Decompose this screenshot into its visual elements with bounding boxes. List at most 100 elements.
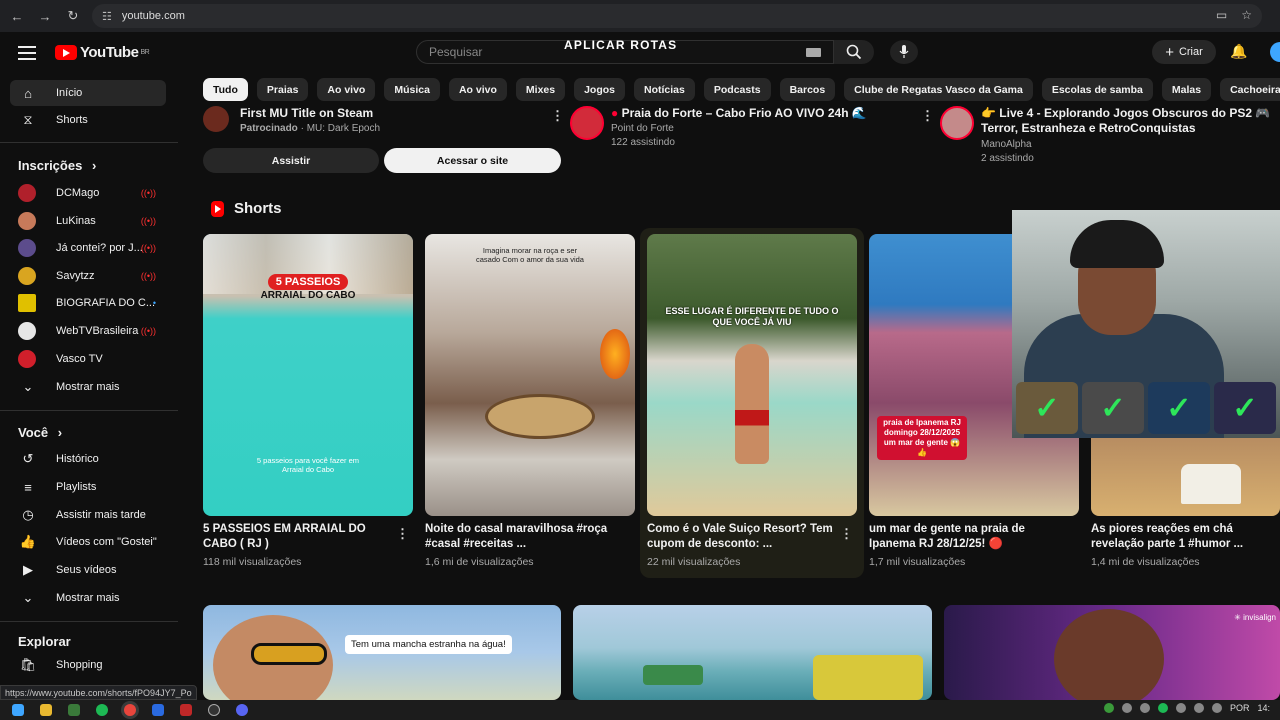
channel-name[interactable]: Point do Forte [611, 123, 867, 134]
file-explorer-icon[interactable] [40, 704, 52, 716]
short-title[interactable]: As piores reações em chá revelação parte… [1091, 522, 1280, 552]
sidebar-item-home[interactable]: ⌂ Início [10, 80, 166, 106]
chrome-icon[interactable] [124, 704, 136, 716]
chip[interactable]: Ao vivo [448, 78, 507, 101]
sidebar-item-subscription[interactable]: BIOGRAFIA DO C... • [10, 290, 166, 316]
short-title[interactable]: 5 PASSEIOS EM ARRAIAL DO CABO ( RJ ) [203, 522, 393, 552]
sidebar-item-subscription[interactable]: Vasco TV [10, 346, 166, 372]
sidebar-item-subscription[interactable]: DCMago ((•)) [10, 180, 166, 206]
short-views: 118 mil visualizações [203, 556, 302, 568]
video-thumbnail[interactable]: ✳ invisalign [944, 605, 1280, 700]
chip[interactable]: Malas [1161, 78, 1212, 101]
channel-name[interactable]: ManoAlpha [981, 139, 1271, 150]
tray-icon[interactable] [1157, 703, 1168, 713]
live-indicator-icon: ((•)) [140, 243, 156, 253]
bookmark-star-icon[interactable]: ☆ [1241, 8, 1252, 22]
chip[interactable]: Mixes [515, 78, 566, 101]
app-icon[interactable] [152, 704, 164, 716]
chip[interactable]: Escolas de samba [1041, 78, 1153, 101]
app-icon[interactable] [68, 704, 80, 716]
clock[interactable]: 14: [1257, 703, 1270, 713]
subscriptions-heading[interactable]: Inscrições › [18, 158, 96, 173]
site-info-icon[interactable]: ☷ [102, 10, 112, 23]
windows-start-icon[interactable] [12, 704, 24, 716]
sidebar-item-show-more[interactable]: ⌄ Mostrar mais [10, 374, 166, 400]
short-title[interactable]: Como é o Vale Suiço Resort? Tem cupom de… [647, 522, 837, 552]
account-avatar[interactable] [1270, 42, 1280, 62]
short-thumbnail[interactable]: 5 PASSEIOS ARRAIAL DO CABO 5 passeios pa… [203, 234, 413, 516]
chip[interactable]: Cachoeiras [1220, 78, 1280, 101]
discord-icon[interactable] [236, 704, 248, 716]
voice-search-button[interactable] [890, 40, 918, 64]
visit-site-button[interactable]: Acessar o site [384, 148, 561, 173]
sidebar-item-your-videos[interactable]: ▶ Seus vídeos [10, 557, 166, 583]
notifications-bell-icon[interactable]: 🔔 [1230, 43, 1247, 60]
reload-icon[interactable]: ↻ [59, 2, 87, 30]
sidebar-item-subscription[interactable]: Já contei? por J... ((•)) [10, 235, 166, 261]
chip[interactable]: Praias [256, 78, 309, 101]
tray-icon[interactable] [1103, 703, 1114, 713]
sidebar-item-watch-later[interactable]: ◷ Assistir mais tarde [10, 502, 166, 528]
short-thumbnail[interactable]: ESSE LUGAR É DIFERENTE DE TUDO O QUE VOC… [647, 234, 857, 516]
you-heading[interactable]: Você › [18, 425, 62, 440]
hamburger-menu-icon[interactable] [18, 46, 36, 60]
sidebar-item-subscription[interactable]: Savytzz ((•)) [10, 263, 166, 289]
youtube-logo[interactable]: YouTube BR [55, 44, 150, 61]
live-video-title[interactable]: ● Praia do Forte – Cabo Frio AO VIVO 24h… [611, 106, 867, 120]
chip[interactable]: Notícias [634, 78, 695, 101]
obs-icon[interactable] [208, 704, 220, 716]
ad-title[interactable]: First MU Title on Steam [240, 106, 380, 120]
chip[interactable]: Ao vivo [317, 78, 376, 101]
tray-icon[interactable] [1139, 703, 1150, 713]
checkmark-icon: ✓ [1148, 382, 1210, 434]
sidebar-item-shopping[interactable]: 🛍 Shopping [10, 652, 166, 678]
create-button[interactable]: + Criar [1152, 40, 1216, 64]
chip[interactable]: Jogos [574, 78, 626, 101]
tray-icon[interactable] [1121, 703, 1132, 713]
sidebar-item-playlists[interactable]: ≡ Playlists [10, 474, 166, 500]
sidebar-item-shorts[interactable]: ⧖ Shorts [10, 107, 166, 133]
video-thumbnail[interactable]: Tem uma mancha estranha na água! [203, 605, 561, 700]
channel-avatar[interactable] [940, 106, 974, 140]
sidebar-item-show-more[interactable]: ⌄ Mostrar mais [10, 585, 166, 611]
short-title[interactable]: um mar de gente na praia de Ipanema RJ 2… [869, 522, 1059, 552]
more-options-icon[interactable]: ⋮ [840, 526, 853, 542]
shorts-heading-label: Shorts [234, 200, 282, 217]
ad-avatar[interactable] [203, 106, 229, 132]
forward-icon[interactable]: → [31, 2, 59, 30]
chip[interactable]: Música [384, 78, 440, 101]
shorts-logo-icon [211, 200, 224, 217]
chip[interactable]: Clube de Regatas Vasco da Gama [844, 78, 1033, 101]
chip[interactable]: Tudo [203, 78, 248, 101]
more-options-icon[interactable]: ⋮ [396, 526, 409, 542]
more-options-icon[interactable]: ⋮ [551, 108, 564, 124]
cast-icon[interactable]: ▭ [1216, 8, 1227, 22]
keyboard-language[interactable]: POR [1230, 703, 1250, 713]
volume-icon[interactable] [1211, 703, 1222, 713]
more-options-icon[interactable]: ⋮ [921, 108, 934, 124]
back-icon[interactable]: ← [3, 2, 31, 30]
sidebar-item-history[interactable]: ↺ Histórico [10, 446, 166, 472]
tray-icon[interactable] [1175, 703, 1186, 713]
sidebar-item-liked-videos[interactable]: 👍 Vídeos com "Gostei" [10, 529, 166, 555]
live-video-info: 👉 Live 4 - Explorando Jogos Obscuros do … [981, 106, 1271, 164]
chip[interactable]: Barcos [779, 78, 836, 101]
network-icon[interactable] [1193, 703, 1204, 713]
channel-avatar[interactable] [570, 106, 604, 140]
shorts-section-heading: Shorts [211, 200, 282, 217]
short-thumbnail[interactable]: Imagina morar na roça e ser casado Com o… [425, 234, 635, 516]
video-thumbnail[interactable] [573, 605, 932, 700]
live-video-title[interactable]: 👉 Live 4 - Explorando Jogos Obscuros do … [981, 106, 1271, 136]
spotify-icon[interactable] [96, 704, 108, 716]
search-button[interactable] [834, 40, 874, 64]
short-title[interactable]: Noite do casal maravilhosa #roça #casal … [425, 522, 615, 552]
sidebar-item-subscription[interactable]: LuKinas ((•)) [10, 208, 166, 234]
sidebar-item-label: Histórico [56, 453, 99, 465]
subscriptions-heading-label: Inscrições [18, 158, 83, 173]
app-icon[interactable] [180, 704, 192, 716]
chip[interactable]: Podcasts [703, 78, 771, 101]
watch-button[interactable]: Assistir [203, 148, 379, 173]
address-bar[interactable]: ☷ youtube.com ▭ ☆ [92, 4, 1262, 28]
sidebar-item-subscription[interactable]: WebTVBrasileira ((•)) [10, 318, 166, 344]
keyboard-icon[interactable] [806, 48, 821, 57]
